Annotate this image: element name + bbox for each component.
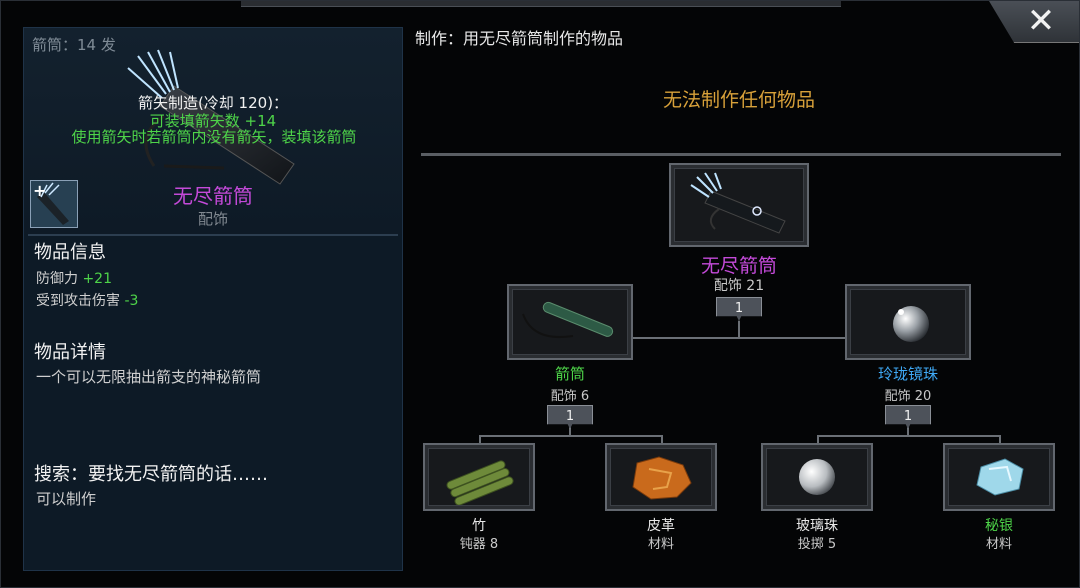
crafting-title: 制作：用无尽箭筒制作的物品 [415,29,624,48]
leaf-sub: 材料 [647,537,674,552]
recipe-leaf-slot[interactable] [943,443,1055,511]
item-type: 配饰 [197,210,228,228]
left-name: 箭筒 [554,365,585,383]
stat-label: 防御力 [36,271,78,287]
recipe-root-slot[interactable] [669,163,809,247]
bamboo-icon [446,460,514,505]
recipe-leaf-slot[interactable] [423,443,535,511]
craft-ability-line2: 使用箭矢时若箭筒内没有箭矢，装填该箭筒 [71,128,357,146]
stat-label: 受到攻击伤害 [36,293,120,309]
recipe-leaf-slot[interactable] [761,443,873,511]
recipe-leaf-slot[interactable] [605,443,717,511]
left-sub: 配饰 6 [550,389,590,404]
search-heading: 搜索：要找无尽箭筒的话…… [34,464,268,485]
mithril-icon [976,458,1024,496]
item-header: 箭筒：14 发 箭矢制造(冷却 120)： 可装填箭矢数 +14 使用箭矢时若箭… [24,28,402,234]
leaf-sub: 投掷 5 [797,537,837,552]
right-name: 玲珑镜珠 [877,365,938,383]
root-sub: 配饰 21 [713,278,765,294]
crafting-window: 箭筒：14 发 箭矢制造(冷却 120)： 可装填箭矢数 +14 使用箭矢时若箭… [0,0,1080,588]
left-count-badge: 1 [547,405,593,429]
stat-value: -3 [124,293,139,309]
tree-line [817,435,1001,437]
detail-text: 一个可以无限抽出箭支的神秘箭筒 [36,368,262,386]
quiver-icon [690,172,786,234]
right-sub: 配饰 20 [884,389,932,404]
leaf-sub: 钝器 8 [459,537,499,552]
leaf-name: 玻璃珠 [796,518,838,534]
item-detail-panel: 箭筒：14 发 箭矢制造(冷却 120)： 可装填箭矢数 +14 使用箭矢时若箭… [23,27,403,571]
tree-line [632,337,846,339]
stat-value: +21 [82,271,112,287]
leather-icon [632,456,692,500]
close-icon[interactable]: ✕ [1013,1,1069,43]
recipe-slot-right[interactable] [845,284,971,360]
search-result: 可以制作 [36,490,97,508]
stat-damage-taken: 受到攻击伤害 -3 [36,290,138,310]
recipe-slot-left[interactable] [507,284,633,360]
top-decoration [241,1,841,7]
item-name: 无尽箭筒 [173,184,253,208]
ammo-count: 箭筒：14 发 [32,36,116,54]
leaf-sub: 材料 [985,537,1012,552]
cannot-craft-message: 无法制作任何物品 [662,89,815,111]
leaf-name: 秘银 [985,518,1013,534]
leaf-name: 皮革 [647,518,675,534]
right-count-badge: 1 [885,405,931,429]
glass-bead-icon [799,459,835,495]
root-name: 无尽箭筒 [700,255,777,277]
divider [28,234,398,236]
root-count-badge: 1 [716,297,762,321]
detail-heading: 物品详情 [34,342,106,363]
divider [421,153,1061,156]
tree-line [479,435,663,437]
info-heading: 物品信息 [34,242,106,263]
leaf-name: 竹 [472,518,486,534]
tube-quiver-icon [522,301,614,338]
mirror-orb-icon [893,306,929,342]
stat-defense: 防御力 +21 [36,268,112,288]
